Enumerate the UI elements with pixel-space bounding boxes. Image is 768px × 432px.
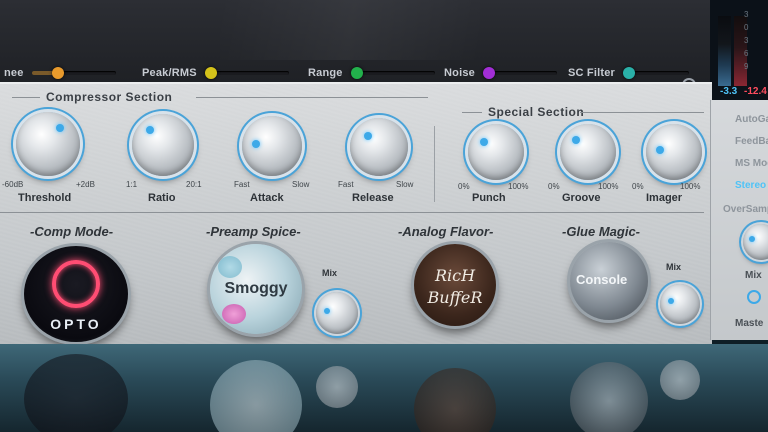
- analog-flavor-button[interactable]: RicH BuffeR: [414, 244, 496, 326]
- comp-mode-title: -Comp Mode-: [30, 224, 114, 239]
- glare: [220, 0, 480, 60]
- side-mix-label: Mix: [745, 270, 762, 281]
- preamp-spice-button[interactable]: Smoggy: [210, 244, 302, 334]
- threshold-min: -60dB: [2, 180, 24, 189]
- release-min: Fast: [338, 180, 354, 189]
- glue-mix-label: Mix: [666, 262, 682, 272]
- glue-magic-title: -Glue Magic-: [562, 224, 641, 239]
- range-track[interactable]: [350, 67, 435, 79]
- preamp-spice-value: Smoggy: [224, 280, 288, 297]
- imager-min: 0%: [632, 182, 644, 191]
- opto-ring-icon: [52, 260, 100, 308]
- master-label: Maste: [735, 318, 764, 329]
- range-label: Range: [308, 67, 343, 79]
- peak-rms-track[interactable]: [204, 67, 289, 79]
- glue-mix-knob[interactable]: [660, 284, 700, 324]
- option-stereo-link[interactable]: Stereo Li: [735, 180, 768, 191]
- sc-filter-track[interactable]: [623, 67, 690, 79]
- special-section-title: Special Section: [488, 105, 585, 119]
- side-mix-knob[interactable]: [743, 224, 768, 260]
- noise-label: Noise: [444, 67, 475, 79]
- comp-mode-button[interactable]: OPTO: [24, 246, 128, 342]
- threshold-label: Threshold: [18, 192, 72, 204]
- option-autogain[interactable]: AutoGa: [735, 114, 768, 125]
- imager-max: 100%: [680, 182, 701, 191]
- knee-handle[interactable]: [51, 67, 64, 79]
- noise-slider[interactable]: Noise: [444, 64, 557, 82]
- main-panel: Compressor Section Special Section -60dB…: [0, 82, 712, 344]
- compressor-section-title: Compressor Section: [46, 90, 173, 104]
- range-handle[interactable]: [350, 67, 363, 79]
- meter-left-readout: -3.3: [720, 86, 738, 97]
- groove-max: 100%: [598, 182, 619, 191]
- smog-blob-icon: [222, 304, 246, 324]
- threshold-max: +2dB: [76, 180, 95, 189]
- ratio-knob[interactable]: [132, 114, 194, 176]
- punch-label: Punch: [472, 192, 506, 204]
- sc-filter-label: SC Filter: [568, 67, 616, 79]
- release-max: Slow: [396, 180, 414, 189]
- peak-rms-handle[interactable]: [204, 67, 217, 79]
- punch-knob[interactable]: [468, 124, 524, 180]
- analog-flavor-line2: BuffeR: [427, 288, 483, 307]
- ratio-min: 1:1: [126, 180, 138, 189]
- meter-scale: 3 0 3 6 9: [744, 10, 749, 71]
- comp-mode-value: OPTO: [50, 316, 102, 332]
- analog-flavor-title: -Analog Flavor-: [398, 224, 494, 239]
- groove-min: 0%: [548, 182, 560, 191]
- knee-label: nee: [4, 67, 24, 79]
- sc-filter-slider[interactable]: SC Filter: [568, 64, 690, 82]
- option-oversampling[interactable]: OverSamp: [723, 204, 768, 215]
- preamp-mix-label: Mix: [322, 268, 338, 278]
- power-icon[interactable]: [747, 290, 761, 304]
- attack-knob[interactable]: [242, 116, 302, 176]
- attack-max: Slow: [292, 180, 310, 189]
- meter-left: [718, 16, 731, 86]
- glue-magic-button[interactable]: Console: [570, 242, 648, 320]
- groove-label: Groove: [562, 192, 601, 204]
- option-ms-mode[interactable]: MS Mod: [735, 158, 768, 169]
- preamp-mix-knob[interactable]: [316, 292, 358, 334]
- threshold-knob[interactable]: [16, 112, 80, 176]
- top-parameter-bar: nee Peak/RMS Range Noise SC Filter: [0, 0, 710, 90]
- preamp-spice-title: -Preamp Spice-: [206, 224, 301, 239]
- range-slider[interactable]: Range: [308, 64, 435, 82]
- ratio-label: Ratio: [148, 192, 176, 204]
- groove-knob[interactable]: [560, 124, 616, 180]
- noise-handle[interactable]: [482, 67, 495, 79]
- option-feedback[interactable]: FeedBa: [735, 136, 768, 147]
- knee-track[interactable]: [31, 67, 116, 79]
- reflection-area: [0, 344, 768, 432]
- noise-track[interactable]: [482, 67, 557, 79]
- peak-rms-slider[interactable]: Peak/RMS: [142, 64, 289, 82]
- meter-right-readout: -12.4: [744, 86, 767, 97]
- glue-magic-value: Console: [576, 272, 628, 287]
- imager-label: Imager: [646, 192, 683, 204]
- analog-flavor-line1: RicH: [434, 266, 476, 285]
- attack-min: Fast: [234, 180, 250, 189]
- knee-slider[interactable]: nee: [4, 64, 116, 82]
- ratio-max: 20:1: [186, 180, 202, 189]
- peak-rms-label: Peak/RMS: [142, 67, 197, 79]
- imager-knob[interactable]: [646, 124, 702, 180]
- punch-max: 100%: [508, 182, 529, 191]
- smog-cloud-icon: [218, 256, 242, 278]
- release-knob[interactable]: [350, 118, 408, 176]
- punch-min: 0%: [458, 182, 470, 191]
- right-options-column: AutoGa FeedBa MS Mod Stereo Li OverSamp …: [710, 100, 768, 340]
- sc-filter-handle[interactable]: [623, 67, 636, 79]
- attack-label: Attack: [250, 192, 284, 204]
- release-label: Release: [352, 192, 394, 204]
- output-meters: [710, 0, 768, 100]
